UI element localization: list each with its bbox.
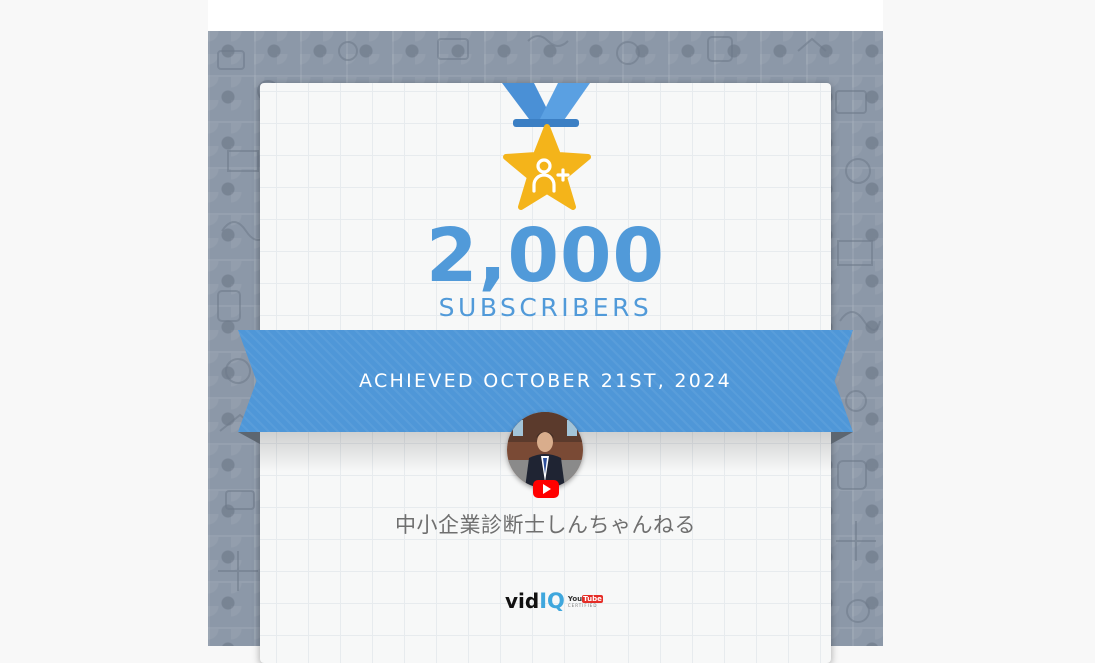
vidiq-logo: vid IQ YouTube CERTIFIED xyxy=(505,584,603,613)
youtube-certified-logo: YouTube CERTIFIED xyxy=(567,595,603,608)
subscriber-count: 2,000 xyxy=(425,213,666,299)
achievement-date: ACHIEVED OCTOBER 21ST, 2024 xyxy=(359,370,732,392)
avatar-photo xyxy=(507,412,583,488)
vidiq-logo-vid: vid xyxy=(505,589,540,613)
channel-name[interactable]: 中小企業診断士しんちゃんねる xyxy=(260,508,831,542)
ribbon-fold-left xyxy=(238,432,260,444)
youtube-play-icon xyxy=(533,480,559,498)
vidiq-logo-iq: IQ xyxy=(539,589,565,613)
medal-badge xyxy=(502,83,591,210)
subscriber-label: SUBSCRIBERS xyxy=(438,293,653,322)
channel-avatar[interactable] xyxy=(507,412,583,488)
top-bar xyxy=(208,0,883,31)
ribbon-fold-right xyxy=(831,432,853,444)
